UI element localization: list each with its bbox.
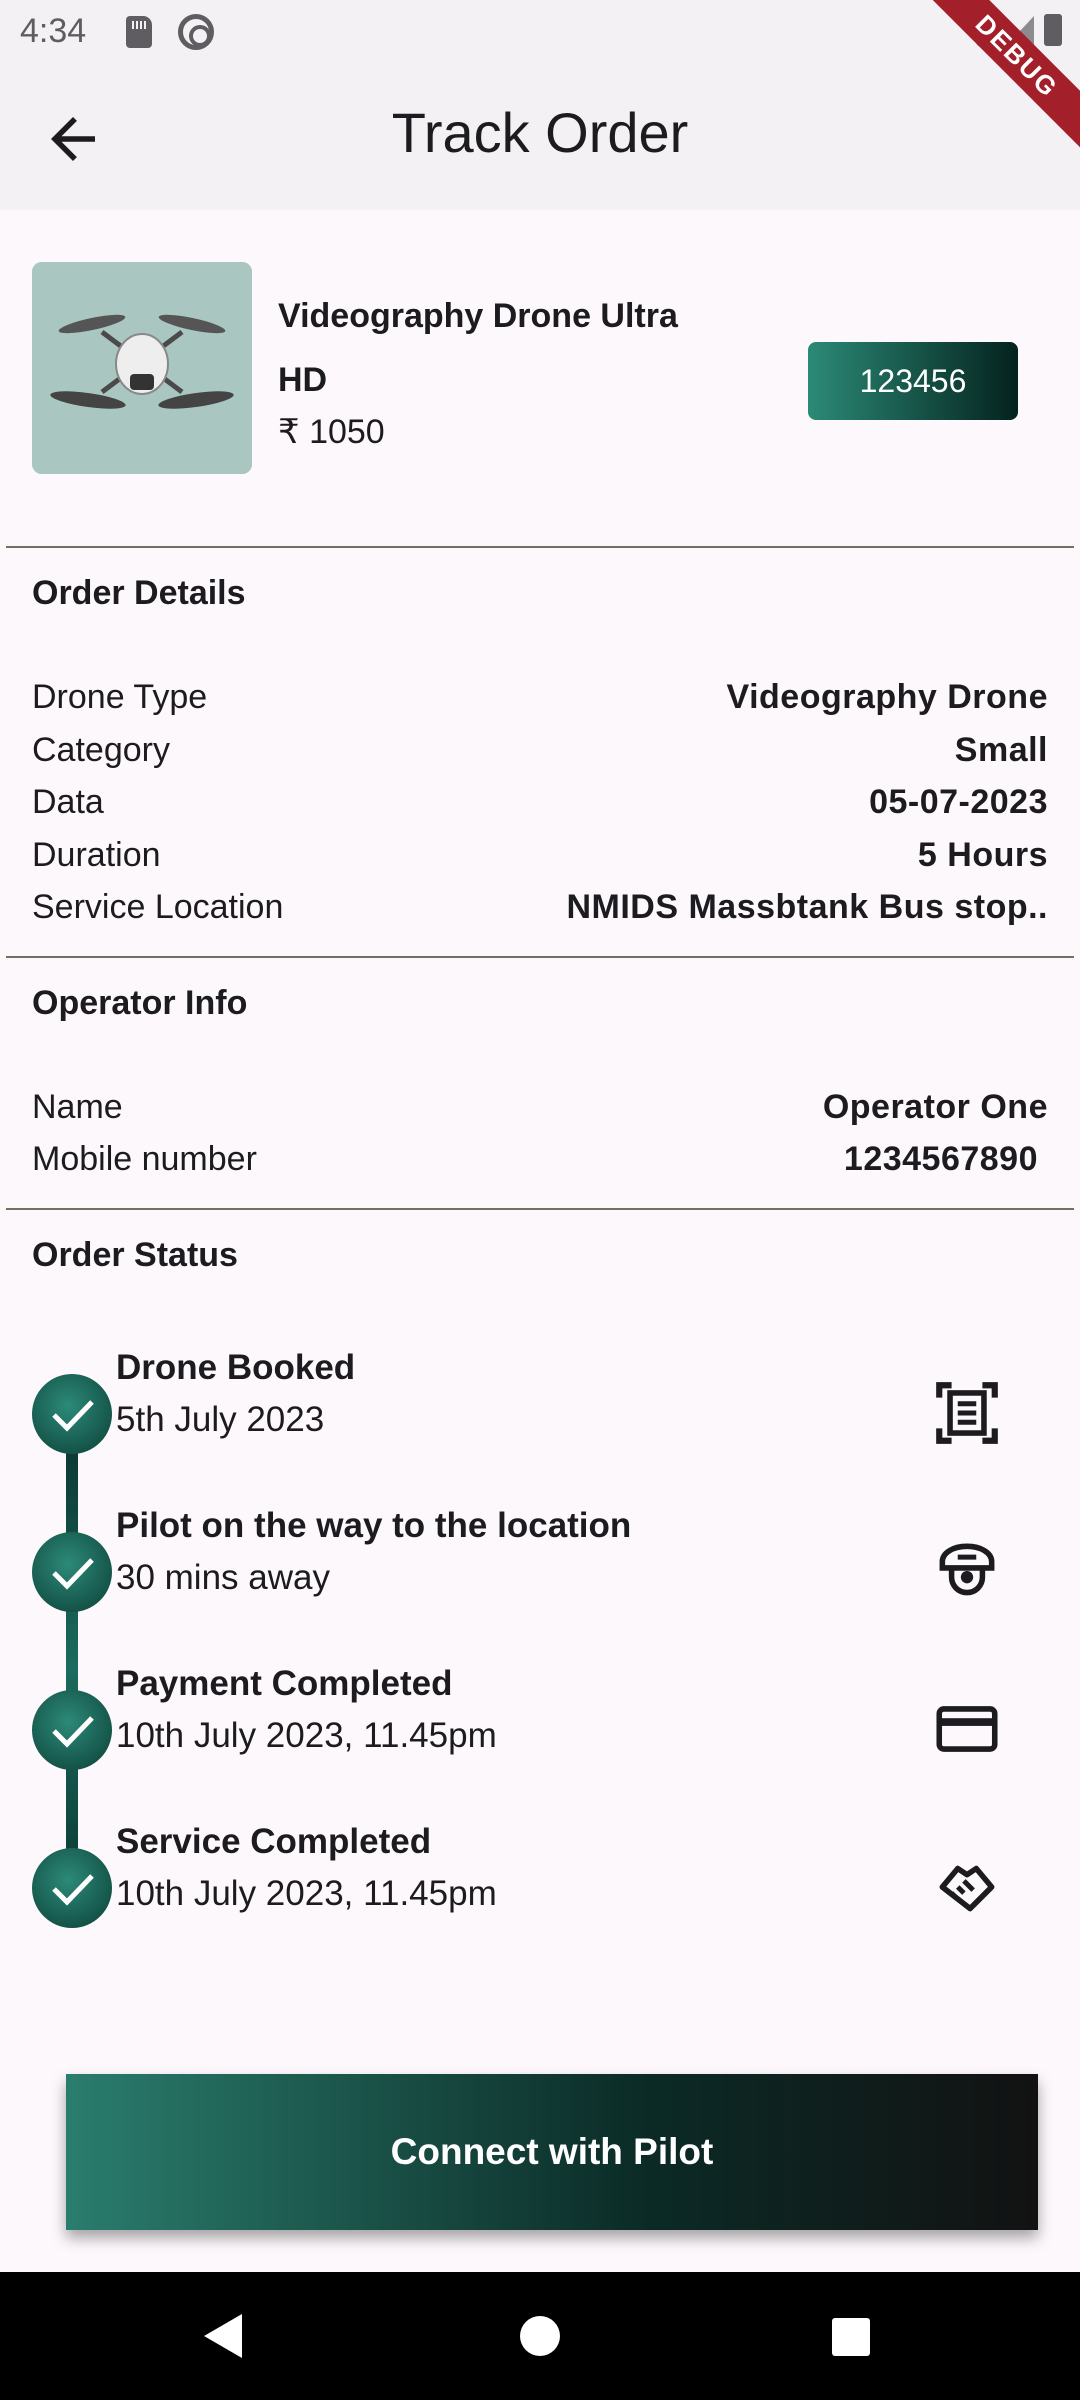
order-status-title: Order Status (32, 1236, 238, 1274)
product-name: Videography Drone Ultra HD (278, 297, 678, 399)
timeline-line (66, 1450, 78, 1886)
detail-value: 05-07-2023 (869, 783, 1048, 821)
status-bar: 4:34 (0, 0, 1080, 64)
status-step-subtitle: 5th July 2023 (116, 1400, 325, 1439)
nav-recents-icon[interactable] (832, 2318, 870, 2356)
handshake-icon (939, 1865, 995, 1912)
status-step-subtitle: 30 mins away (116, 1558, 330, 1597)
divider (6, 1208, 1074, 1210)
operator-info-title: Operator Info (32, 984, 248, 1022)
detail-row-category: Category Small (32, 731, 1048, 783)
status-step-subtitle: 10th July 2023, 11.45pm (116, 1716, 497, 1755)
nav-back-icon[interactable] (204, 2314, 242, 2358)
credit-card-icon (936, 1706, 998, 1752)
status-step-subtitle: 10th July 2023, 11.45pm (116, 1874, 497, 1913)
detail-label: Service Location (32, 888, 284, 926)
system-nav-bar (0, 2272, 1080, 2400)
product-price: ₹ 1050 (278, 413, 385, 451)
order-id-button[interactable]: 123456 (808, 342, 1018, 420)
check-icon (32, 1848, 112, 1928)
battery-icon (1044, 14, 1062, 46)
drone-image (32, 262, 252, 474)
detail-value: 5 Hours (917, 836, 1048, 874)
detail-row-service-location: Service Location NMIDS Massbtank Bus sto… (32, 888, 1048, 940)
detail-row-duration: Duration 5 Hours (32, 836, 1048, 888)
sd-card-icon (126, 16, 152, 48)
divider (6, 546, 1074, 548)
check-icon (32, 1532, 112, 1612)
app-bar: Track Order (0, 64, 1080, 210)
status-step-title: Pilot on the way to the location (116, 1506, 632, 1545)
status-step-title: Drone Booked (116, 1348, 356, 1387)
operator-row-name: Name Operator One (32, 1088, 1048, 1140)
detail-row-drone-type: Drone Type Videography Drone (32, 678, 1048, 730)
status-step-title: Payment Completed (116, 1664, 453, 1703)
operator-label: Name (32, 1088, 123, 1126)
operator-value: Operator One (822, 1088, 1048, 1126)
detail-value: Small (954, 731, 1048, 769)
pilot-helmet-icon (939, 1543, 995, 1596)
order-details-title: Order Details (32, 574, 246, 612)
drone-icon (32, 262, 252, 474)
operator-row-mobile: Mobile number 1234567890 (32, 1140, 1048, 1192)
detail-value: Videography Drone (726, 678, 1048, 716)
page-title: Track Order (391, 101, 689, 164)
divider (6, 956, 1074, 958)
status-step-title: Service Completed (116, 1822, 432, 1861)
at-sign-icon (178, 14, 214, 50)
detail-value: NMIDS Massbtank Bus stop.. (566, 888, 1048, 926)
detail-label: Category (32, 731, 170, 769)
connect-with-pilot-button[interactable]: Connect with Pilot (66, 2074, 1038, 2230)
product-card: Videography Drone Ultra HD ₹ 1050 123456 (32, 262, 1048, 476)
nav-home-icon[interactable] (520, 2316, 560, 2356)
document-scan-icon (936, 1382, 998, 1444)
detail-label: Drone Type (32, 678, 208, 716)
check-icon (32, 1690, 112, 1770)
status-time: 4:34 (20, 12, 87, 50)
detail-label: Duration (32, 836, 161, 874)
operator-value: 1234567890 (843, 1140, 1038, 1178)
operator-label: Mobile number (32, 1140, 257, 1178)
detail-row-date: Data 05-07-2023 (32, 783, 1048, 835)
detail-label: Data (32, 783, 104, 821)
check-icon (32, 1374, 112, 1454)
